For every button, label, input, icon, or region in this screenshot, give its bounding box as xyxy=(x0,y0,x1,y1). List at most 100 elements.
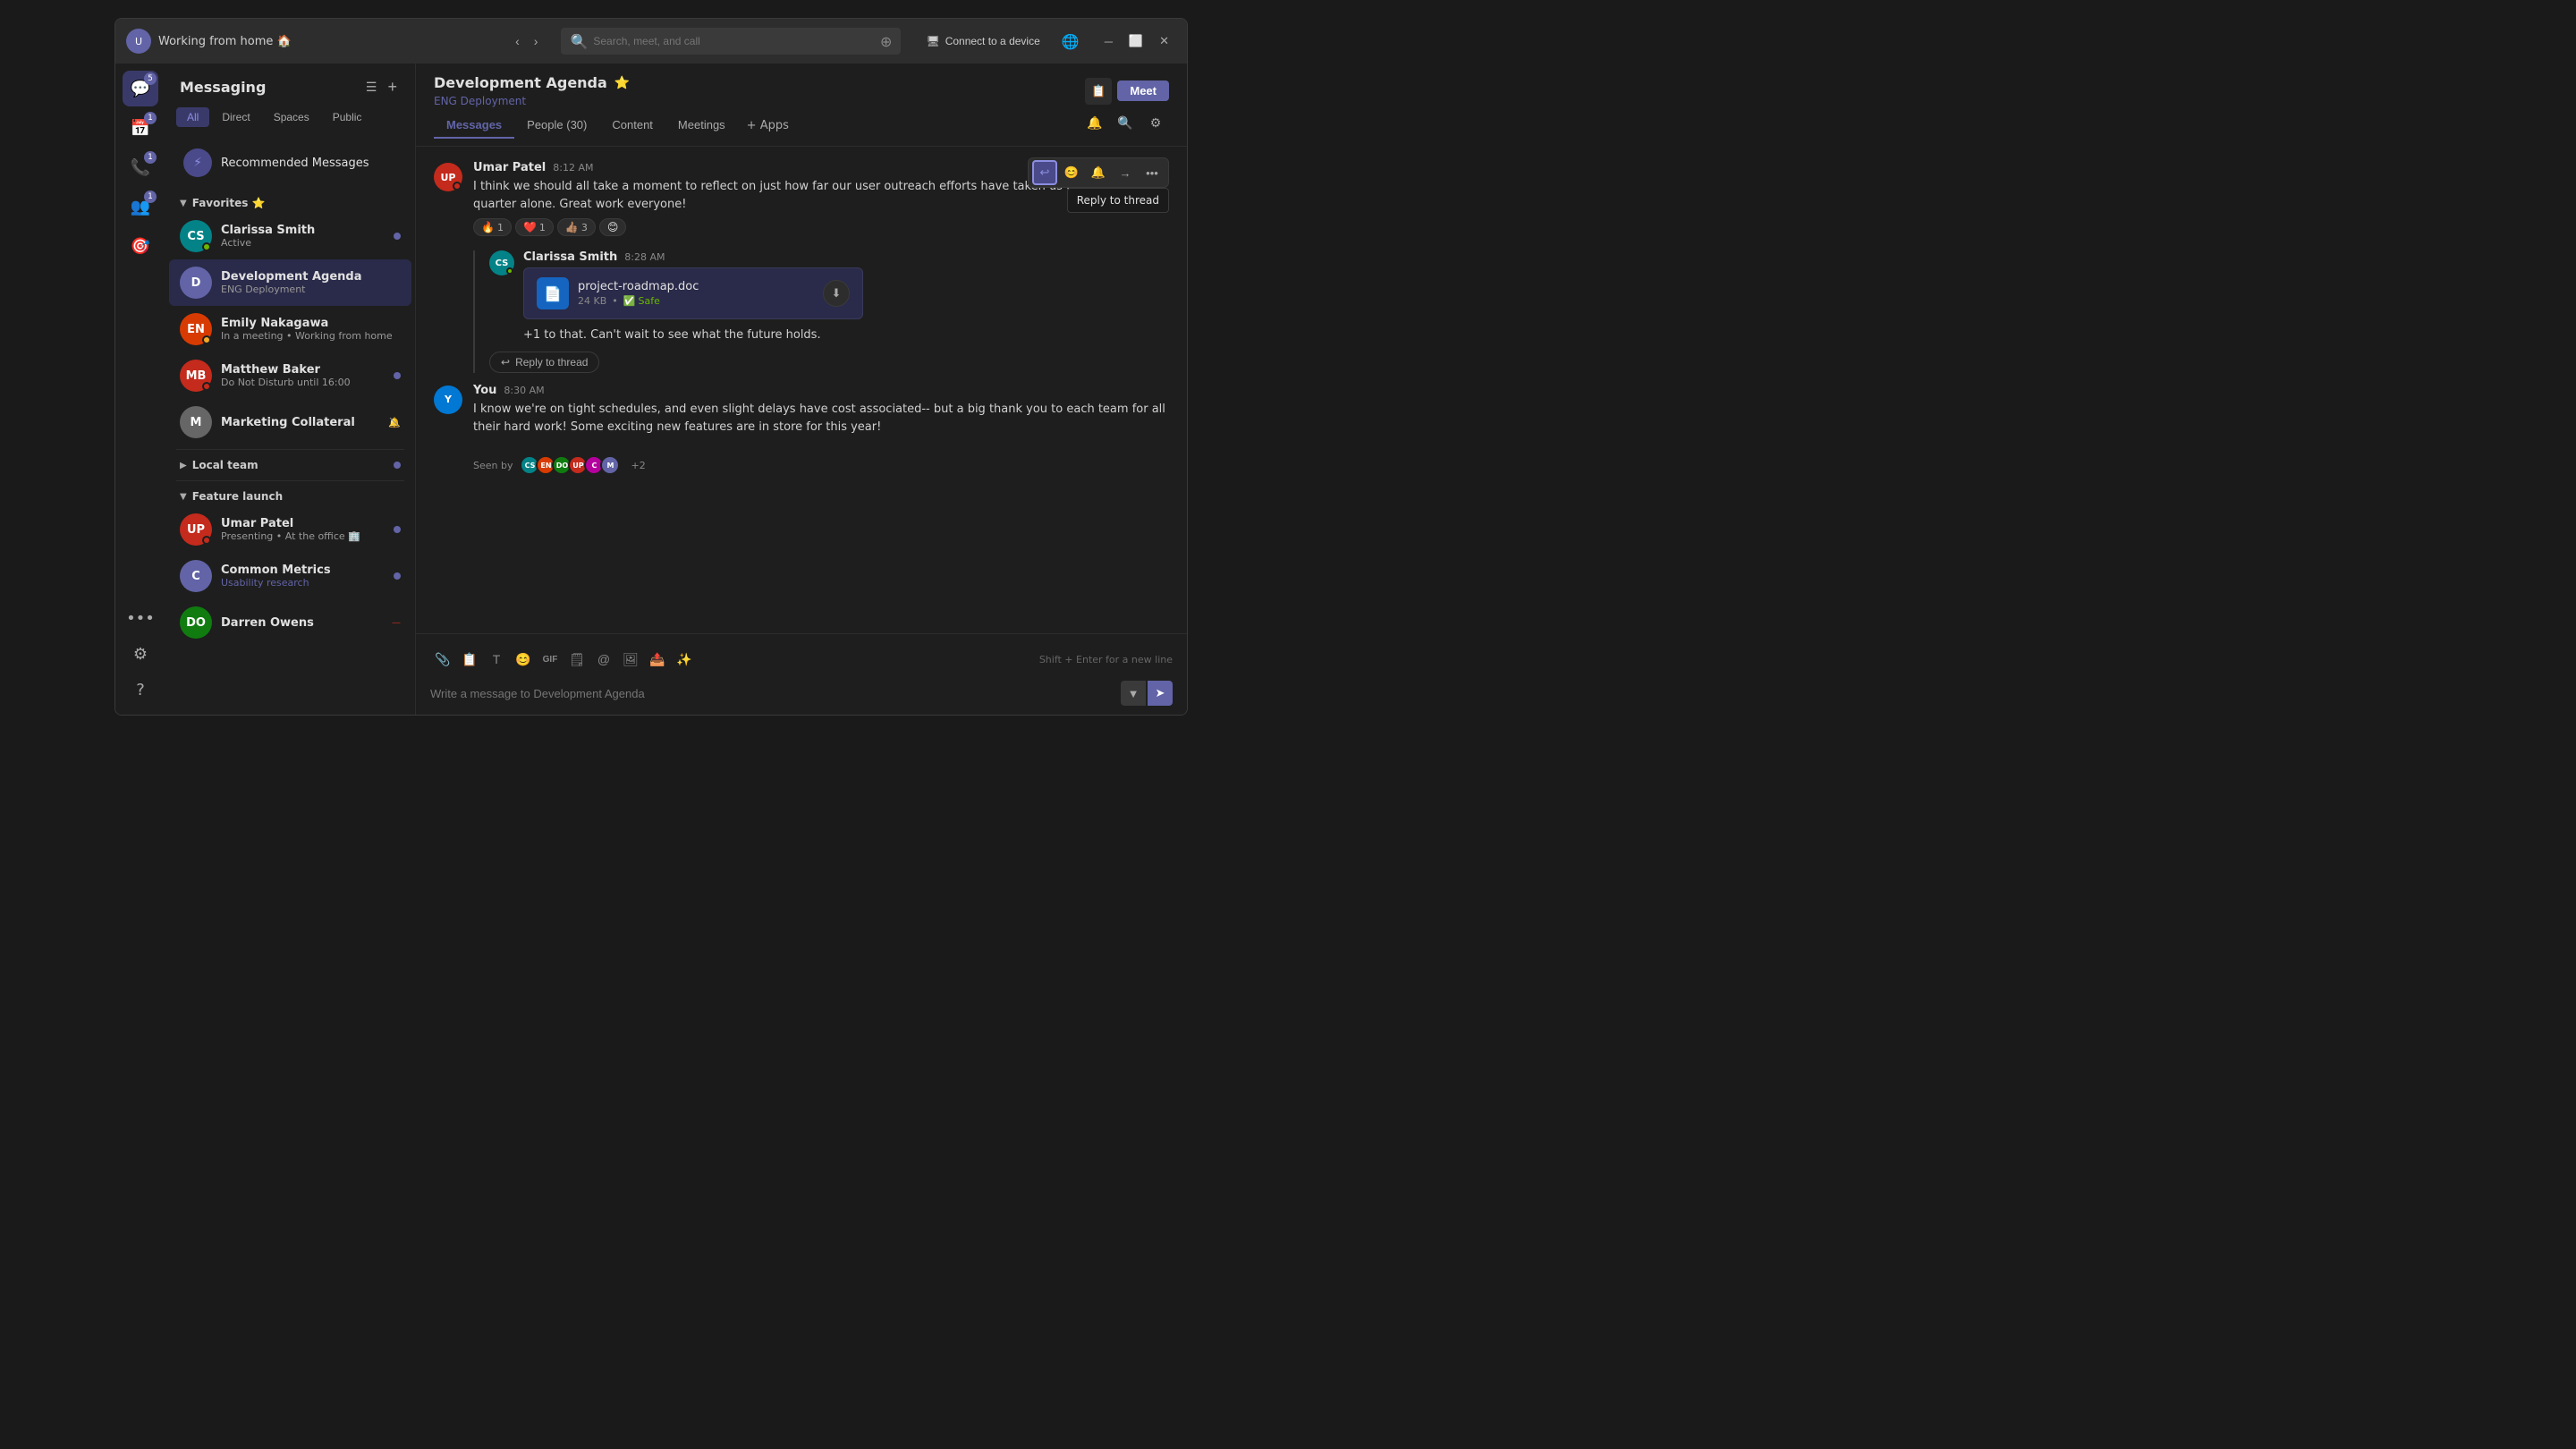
reply-thread-action-button[interactable]: ↩ xyxy=(1032,160,1057,185)
magic-button[interactable]: ✨ xyxy=(672,647,697,672)
reaction-heart[interactable]: ❤️ 1 xyxy=(515,218,554,236)
forward-button[interactable]: › xyxy=(529,30,544,52)
chat-item-dev-agenda[interactable]: D Development Agenda ENG Deployment xyxy=(169,259,411,306)
reaction-thumbs[interactable]: 👍🏽 3 xyxy=(557,218,596,236)
darren-info: Darren Owens xyxy=(221,616,383,630)
rail-item-calls[interactable]: 📞 1 xyxy=(123,149,158,185)
chat-item-marketing[interactable]: M Marketing Collateral 🔔 xyxy=(169,399,411,445)
tab-people[interactable]: People (30) xyxy=(514,113,599,139)
recommended-messages-item[interactable]: ⚡ Recommended Messages xyxy=(176,141,404,184)
sticker-button[interactable]: 🗒 xyxy=(564,647,589,672)
monitor-icon: 🖥 xyxy=(926,35,939,47)
forward-action-button[interactable]: → xyxy=(1113,160,1138,185)
tab-all[interactable]: All xyxy=(176,107,209,127)
tab-content[interactable]: Content xyxy=(599,113,665,139)
feature-launch-chevron: ▼ xyxy=(180,492,187,502)
favorites-section-header[interactable]: ▼ Favorites ⭐ xyxy=(165,191,415,213)
darren-indicator: — xyxy=(392,618,401,628)
save-button[interactable]: 📋 xyxy=(1085,78,1112,105)
thread-clarissa-content: Clarissa Smith 8:28 AM 📄 project-roadmap… xyxy=(523,250,1169,344)
reaction-fire[interactable]: 🔥 1 xyxy=(473,218,512,236)
image-button[interactable]: 🖼 xyxy=(618,647,643,672)
meet-button[interactable]: Meet xyxy=(1117,80,1169,101)
emoji-action-button[interactable]: 😊 xyxy=(1059,160,1084,185)
compose-toolbar: 📎 📋 T 😊 GIF 🗒 @ 🖼 📤 ✨ Shift + Enter for … xyxy=(430,643,1173,675)
dev-agenda-preview: ENG Deployment xyxy=(221,284,401,295)
msg-you-avatar: Y xyxy=(434,386,462,414)
tab-direct[interactable]: Direct xyxy=(211,107,260,127)
messages-area: UP Umar Patel 8:12 AM I think we should … xyxy=(416,147,1187,633)
common-metrics-unread xyxy=(394,572,401,580)
sidebar-filter-button[interactable]: ☰ xyxy=(362,74,381,100)
thread-clarissa-header: Clarissa Smith 8:28 AM xyxy=(523,250,1169,264)
tab-plus-icon[interactable]: + Apps xyxy=(738,114,798,138)
clarissa-unread xyxy=(394,233,401,240)
notification-button[interactable]: 🔔 xyxy=(1081,110,1108,137)
chat-item-matthew[interactable]: MB Matthew Baker Do Not Disturb until 16… xyxy=(169,352,411,399)
tab-messages[interactable]: Messages xyxy=(434,113,514,139)
send-button[interactable]: ➤ xyxy=(1148,681,1173,706)
reply-to-thread-button[interactable]: ↩ Reply to thread xyxy=(489,352,599,373)
rail-item-more[interactable]: ••• xyxy=(123,600,158,636)
channel-tabs: Messages People (30) Content Meetings + … xyxy=(434,113,798,139)
chat-badge: 5 xyxy=(144,72,157,85)
download-button[interactable]: ⬇ xyxy=(823,280,850,307)
compose-area: 📎 📋 T 😊 GIF 🗒 @ 🖼 📤 ✨ Shift + Enter for … xyxy=(416,633,1187,715)
teams-icon: 🌐 xyxy=(1062,33,1080,50)
compose-input[interactable] xyxy=(430,687,1114,700)
back-button[interactable]: ‹ xyxy=(510,30,525,52)
umar-unread xyxy=(394,526,401,533)
file-meta: 24 KB • ✅ Safe xyxy=(578,295,814,307)
chat-item-darren[interactable]: DO Darren Owens — xyxy=(169,599,411,646)
message-umar: UP Umar Patel 8:12 AM I think we should … xyxy=(434,161,1169,236)
chat-item-clarissa[interactable]: CS Clarissa Smith Active xyxy=(169,213,411,259)
chat-item-emily[interactable]: EN Emily Nakagawa In a meeting • Working… xyxy=(169,306,411,352)
heart-emoji: ❤️ xyxy=(523,221,537,233)
format-button[interactable]: T xyxy=(484,647,509,672)
emoji-button[interactable]: 😊 xyxy=(511,647,536,672)
rail-item-activity[interactable]: 🎯 xyxy=(123,228,158,264)
attach-button[interactable]: 📎 xyxy=(430,647,455,672)
rail-item-help[interactable]: ? xyxy=(123,672,158,708)
local-team-section[interactable]: ▼ Local team xyxy=(165,453,415,477)
send-options-button[interactable]: ▼ xyxy=(1121,681,1146,706)
remind-action-button[interactable]: 🔔 xyxy=(1086,160,1111,185)
rail-item-chat[interactable]: 💬 5 xyxy=(123,71,158,106)
message-you: Y You 8:30 AM I know we're on tight sche… xyxy=(434,384,1169,438)
connect-device-button[interactable]: 🖥 Connect to a device xyxy=(919,31,1046,51)
tab-spaces[interactable]: Spaces xyxy=(263,107,320,127)
more-action-button[interactable]: ••• xyxy=(1140,160,1165,185)
tab-public[interactable]: Public xyxy=(322,107,373,127)
emily-name: Emily Nakagawa xyxy=(221,317,401,330)
dev-agenda-avatar: D xyxy=(180,267,212,299)
search-input[interactable] xyxy=(593,35,875,47)
minimize-button[interactable]: ─ xyxy=(1097,30,1120,52)
mention-button[interactable]: @ xyxy=(591,647,616,672)
whiteboard-button[interactable]: 📋 xyxy=(457,647,482,672)
chat-item-common-metrics[interactable]: C Common Metrics Usability research xyxy=(169,553,411,599)
msg-umar-status xyxy=(453,182,462,191)
sidebar-new-button[interactable]: + xyxy=(384,74,401,100)
close-button[interactable]: ✕ xyxy=(1152,30,1176,52)
rail-item-people[interactable]: 👥 1 xyxy=(123,189,158,225)
reaction-smile[interactable]: 😊 xyxy=(599,218,627,236)
thumbs-count: 3 xyxy=(581,222,588,233)
thread-clarissa-status xyxy=(506,267,513,275)
rail-item-settings[interactable]: ⚙ xyxy=(123,636,158,672)
restore-button[interactable]: ⬜ xyxy=(1122,30,1150,52)
tab-meetings[interactable]: Meetings xyxy=(665,113,738,139)
rail-item-calendar[interactable]: 📅 1 xyxy=(123,110,158,146)
search-channel-button[interactable]: 🔍 xyxy=(1112,110,1139,137)
file-safe-badge: ✅ Safe xyxy=(623,295,660,307)
feature-launch-header[interactable]: ▼ Feature launch xyxy=(165,485,415,506)
channel-subtitle[interactable]: ENG Deployment xyxy=(434,95,1085,107)
compose-send-group: ▼ ➤ xyxy=(1121,681,1173,706)
thumbs-emoji: 👍🏽 xyxy=(565,221,579,233)
umar-status xyxy=(202,536,211,545)
gif-button[interactable]: GIF xyxy=(538,647,563,672)
msg-you-content: You 8:30 AM I know we're on tight schedu… xyxy=(473,384,1169,438)
search-bar[interactable]: 🔍 ⊕ xyxy=(561,28,901,55)
chat-item-umar[interactable]: UP Umar Patel Presenting • At the office… xyxy=(169,506,411,553)
share-button[interactable]: 📤 xyxy=(645,647,670,672)
settings-channel-button[interactable]: ⚙ xyxy=(1142,110,1169,137)
